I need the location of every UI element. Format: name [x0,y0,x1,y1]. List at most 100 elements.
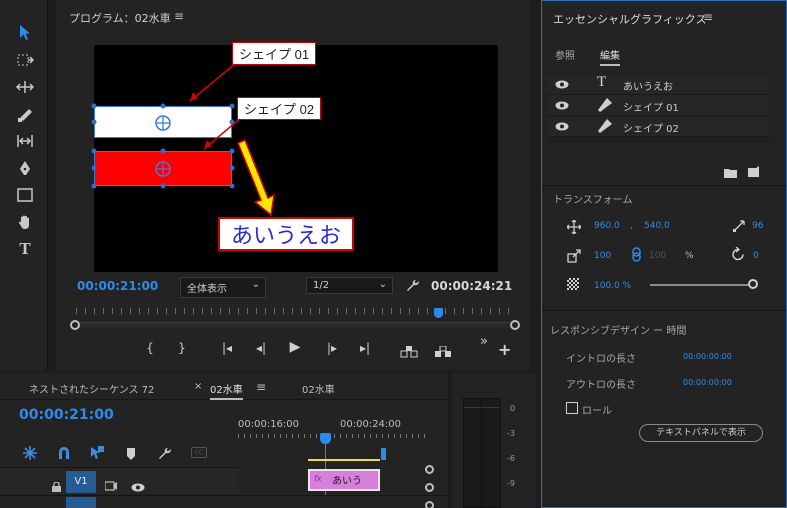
add-button-icon[interactable]: + [498,340,511,359]
mark-in-button[interactable]: { [141,341,159,355]
resolution-select[interactable]: 1/2 ⌄ [306,277,393,294]
play-button[interactable]: ▶ [286,339,304,355]
roll-checkbox[interactable] [566,402,578,414]
lock-icon[interactable] [52,477,61,496]
track-target-a1[interactable] [66,497,96,508]
work-area-bar[interactable] [308,459,380,461]
panel-menu-icon[interactable]: ≡ [174,9,184,23]
folder-icon[interactable] [724,163,737,182]
tab-active-sequence[interactable]: 02水車 [210,381,243,400]
rotation-icon [731,246,746,266]
link-icon[interactable] [632,247,641,266]
program-duration-timecode: 00:00:24:21 [431,279,513,293]
more-controls-icon[interactable]: » [480,334,488,349]
zoom-select-value: 全体表示 [187,284,227,295]
program-monitor-title[interactable]: プログラム：02水車 [69,10,171,26]
eye-icon[interactable] [555,122,569,131]
position-y-value[interactable]: 540.0 [644,221,670,231]
zoom-handle-left[interactable] [70,320,80,330]
timeline-panel: ネストされたシーケンス 72 × 02水車 ≡ 02水車 00:00:21:00… [0,373,448,508]
eye-icon[interactable] [555,80,569,89]
tab-nested-sequence[interactable]: ネストされたシーケンス 72 [29,381,154,396]
tab-browse[interactable]: 参照 [555,47,575,62]
program-current-timecode[interactable]: 00:00:21:00 [77,279,158,293]
video-frame[interactable]: シェイプ 01 シェイプ 02 あいうえお [91,42,498,272]
chevron-down-icon: ⌄ [251,279,260,290]
rotation-value[interactable]: 0 [753,251,759,261]
razor-tool-icon[interactable] [14,104,36,124]
intro-value[interactable]: 00:00:00:00 [683,352,732,361]
snap-icon[interactable] [56,445,72,465]
panel-menu-icon[interactable]: ≡ [703,10,713,24]
essential-graphics-panel: エッセンシャルグラフィックス ≡ 参照 編集 T あいうえお シェイプ 01 シ… [541,0,787,508]
vertical-zoom-handle[interactable] [425,465,434,474]
track-select-tool-icon[interactable] [14,50,36,70]
outro-label: アウトロの長さ [566,380,636,391]
eye-icon[interactable] [131,477,145,496]
layer-label: シェイプ 01 [623,103,679,114]
wrench-icon[interactable] [157,445,171,464]
show-in-text-panel-button[interactable]: テキストパネルで表示 [639,424,763,442]
title-text-layer[interactable]: あいうえお [218,217,354,251]
marker-icon[interactable] [126,446,136,465]
anchor-value[interactable]: 96 [752,221,763,231]
layer-row-shape-01[interactable]: シェイプ 01 [547,95,769,116]
lift-icon[interactable] [400,343,418,362]
intro-label: イントロの長さ [566,354,636,365]
scale-height-value: 100 [649,251,667,261]
track-target-v1[interactable]: V1 [66,471,96,493]
extract-icon[interactable] [434,343,452,362]
rectangle-tool-icon[interactable] [14,185,36,205]
sync-lock-icon[interactable] [104,476,117,495]
captions-icon[interactable]: CC [191,447,207,458]
panel-menu-icon[interactable]: ≡ [256,380,266,394]
pen-tool-icon[interactable] [14,158,36,178]
vertical-zoom-handle[interactable] [425,501,434,508]
zoom-handle-right[interactable] [510,320,520,330]
tab-sequence[interactable]: 02水車 [302,381,335,396]
layer-row-shape-02[interactable]: シェイプ 02 [547,116,769,137]
ripple-edit-tool-icon[interactable] [14,77,36,97]
annotation-shape-02: シェイプ 02 [237,97,322,120]
close-tab-icon[interactable]: × [194,381,202,392]
go-to-in-button[interactable]: |◂ [218,341,236,355]
new-layer-icon[interactable] [748,162,759,181]
meter-scale-label: -9 [507,479,515,488]
track-header-v1 [0,467,238,494]
selection-tool-icon[interactable] [14,22,36,42]
opacity-value[interactable]: 100.0 % [594,281,631,291]
hand-tool-icon[interactable] [14,212,36,232]
time-ruler[interactable]: 00:00:16:00 00:00:24:00 [238,417,430,438]
opacity-slider-track[interactable] [650,284,752,286]
program-scrubber[interactable] [70,308,520,338]
linked-selection-icon[interactable] [89,445,105,465]
scale-value[interactable]: 100 [594,251,611,261]
step-forward-button[interactable]: |▸ [323,341,341,355]
layer-row-text[interactable]: T あいうえお [547,74,769,95]
scale-unit: % [685,251,694,261]
essential-graphics-title[interactable]: エッセンシャルグラフィックス [553,11,706,27]
zoom-scroll-bar[interactable] [76,322,512,328]
position-x-value[interactable]: 960.0 [594,221,620,231]
eye-icon[interactable] [555,101,569,110]
type-tool-icon[interactable]: T [14,239,36,259]
scale-icon [567,248,581,267]
wrench-icon[interactable] [405,277,419,296]
slip-tool-icon[interactable] [14,131,36,151]
mark-out-button[interactable]: } [173,341,191,355]
tab-edit[interactable]: 編集 [600,47,620,66]
nest-icon[interactable] [22,445,38,465]
vertical-zoom-handle[interactable] [425,483,434,492]
outro-value[interactable]: 00:00:00:00 [683,378,732,387]
resolution-select-value: 1/2 [313,280,330,291]
out-point-marker[interactable] [381,448,386,460]
timeline-current-timecode[interactable]: 00:00:21:00 [19,407,114,423]
program-playhead[interactable] [433,308,443,318]
opacity-slider-handle[interactable] [748,279,758,289]
step-back-button[interactable]: ◂| [252,341,270,355]
meter-scale-label: -6 [507,454,515,463]
zoom-select[interactable]: 全体表示 ⌄ [180,277,266,298]
ruler-ticks [238,434,430,438]
go-to-out-button[interactable]: ▸| [356,341,374,355]
graphic-clip[interactable]: fx あいう [308,469,380,491]
